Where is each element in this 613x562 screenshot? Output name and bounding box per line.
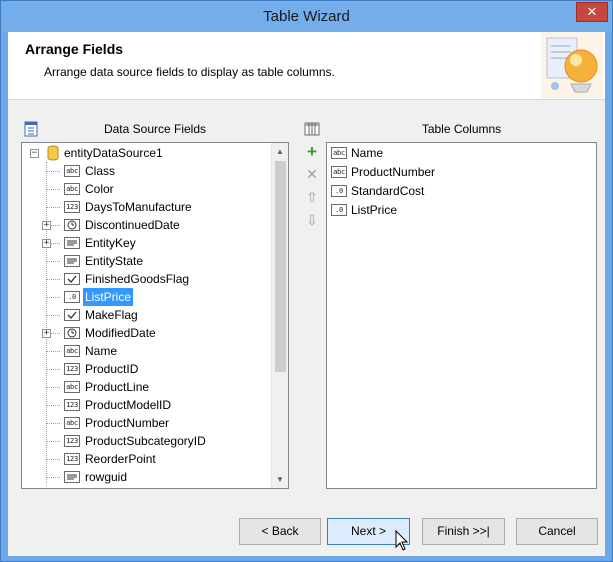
boolean-field-icon bbox=[64, 273, 80, 285]
text-field-icon: abc bbox=[331, 166, 347, 178]
tree-item-label: EntityState bbox=[85, 254, 144, 268]
tree-item-label: Name bbox=[85, 344, 118, 358]
scroll-up-icon[interactable]: ▲ bbox=[272, 143, 288, 160]
expand-expander-icon[interactable]: + bbox=[42, 329, 51, 338]
mouse-cursor-icon bbox=[395, 530, 409, 551]
tree-item-label: ProductModelID bbox=[85, 398, 172, 412]
tree-item[interactable]: FinishedGoodsFlag bbox=[22, 270, 272, 288]
tree-item[interactable]: abc ProductLine bbox=[22, 378, 272, 396]
decimal-field-icon: .0 bbox=[331, 185, 347, 197]
page-subtitle: Arrange data source fields to display as… bbox=[44, 65, 335, 79]
tree-item-label: DaysToManufacture bbox=[85, 200, 192, 214]
tree-item[interactable]: 123 ProductSubcategoryID bbox=[22, 432, 272, 450]
data-source-fields-heading: Data Source Fields bbox=[103, 122, 207, 136]
wizard-graphic-icon bbox=[541, 32, 603, 98]
expand-expander-icon[interactable]: + bbox=[42, 221, 51, 230]
wizard-header: Arrange Fields Arrange data source field… bbox=[8, 32, 605, 100]
window-title: Table Wizard bbox=[263, 8, 350, 25]
tree-item[interactable]: 123 DaysToManufacture bbox=[22, 198, 272, 216]
tree-item-label: Color bbox=[85, 182, 114, 196]
tree-item[interactable]: EntityState bbox=[22, 252, 272, 270]
database-icon bbox=[47, 145, 59, 161]
tree-item-label: EntityKey bbox=[85, 236, 136, 250]
tree-item[interactable]: abc ProductNumber bbox=[22, 414, 272, 432]
table-column-item[interactable]: abc Name bbox=[331, 144, 591, 162]
tree-item-label: Class bbox=[85, 164, 116, 178]
datetime-field-icon bbox=[64, 219, 80, 231]
text-field-icon: abc bbox=[64, 381, 80, 393]
integer-field-icon: 123 bbox=[64, 201, 80, 213]
object-field-icon bbox=[64, 471, 80, 483]
tree-item[interactable]: + EntityKey bbox=[22, 234, 272, 252]
wizard-client: Arrange Fields Arrange data source field… bbox=[8, 32, 605, 556]
data-source-fields-tree[interactable]: − entityDataSource1 abc Class abc Color 123 D… bbox=[21, 142, 289, 489]
tree-item-label: FinishedGoodsFlag bbox=[85, 272, 190, 286]
integer-field-icon: 123 bbox=[64, 363, 80, 375]
add-column-icon[interactable]: + bbox=[304, 143, 320, 160]
finish-button[interactable]: Finish >>| bbox=[422, 518, 505, 545]
table-column-label: Name bbox=[351, 146, 384, 160]
close-button[interactable]: ✕ bbox=[576, 2, 608, 22]
decimal-field-icon: .0 bbox=[331, 204, 347, 216]
table-columns-heading: Table Columns bbox=[421, 122, 502, 136]
text-field-icon: abc bbox=[64, 345, 80, 357]
tree-item[interactable]: MakeFlag bbox=[22, 306, 272, 324]
object-field-icon bbox=[64, 237, 80, 249]
table-columns-list[interactable]: abc Name abc ProductNumber .0 StandardCost .0 L… bbox=[326, 142, 597, 489]
table-column-label: ListPrice bbox=[351, 203, 398, 217]
page-title: Arrange Fields bbox=[25, 41, 124, 57]
cancel-button[interactable]: Cancel bbox=[516, 518, 598, 545]
text-field-icon: abc bbox=[64, 165, 80, 177]
tree-item-label: ProductLine bbox=[85, 380, 150, 394]
tree-item-label: ProductNumber bbox=[85, 416, 170, 430]
table-column-label: StandardCost bbox=[351, 184, 425, 198]
text-field-icon: abc bbox=[331, 147, 347, 159]
scroll-down-icon[interactable]: ▼ bbox=[272, 471, 288, 488]
tree-item[interactable]: rowguid bbox=[22, 468, 272, 486]
tree-item[interactable]: abc Name bbox=[22, 342, 272, 360]
tree-item[interactable]: 123 ProductModelID bbox=[22, 396, 272, 414]
tree-item[interactable]: 123 ReorderPoint bbox=[22, 450, 272, 468]
tree-item[interactable]: + DiscontinuedDate bbox=[22, 216, 272, 234]
scroll-thumb[interactable] bbox=[275, 161, 286, 372]
tree-scrollbar[interactable]: ▲ ▼ bbox=[271, 143, 288, 488]
tree-root-label: entityDataSource1 bbox=[64, 146, 163, 160]
table-icon bbox=[304, 122, 320, 136]
datetime-field-icon bbox=[64, 327, 80, 339]
boolean-field-icon bbox=[64, 309, 80, 321]
tree-item-label: ListPrice bbox=[83, 288, 134, 306]
back-button[interactable]: < Back bbox=[239, 518, 321, 545]
table-column-item[interactable]: abc ProductNumber bbox=[331, 163, 591, 181]
integer-field-icon: 123 bbox=[64, 435, 80, 447]
text-field-icon: abc bbox=[64, 417, 80, 429]
decimal-field-icon: .0 bbox=[64, 291, 80, 303]
tree-item[interactable]: abc Class bbox=[22, 162, 272, 180]
expand-expander-icon[interactable]: + bbox=[42, 239, 51, 248]
integer-field-icon: 123 bbox=[64, 399, 80, 411]
move-up-icon[interactable]: ⇧ bbox=[304, 189, 320, 205]
tree-item[interactable]: abc Color bbox=[22, 180, 272, 198]
remove-column-icon[interactable]: ✕ bbox=[304, 166, 320, 182]
table-column-item[interactable]: .0 ListPrice bbox=[331, 201, 591, 219]
tree-item-label: ProductID bbox=[85, 362, 139, 376]
object-field-icon bbox=[64, 255, 80, 267]
tree-item-label: MakeFlag bbox=[85, 308, 138, 322]
move-down-icon[interactable]: ⇩ bbox=[304, 212, 320, 228]
text-field-icon: abc bbox=[64, 183, 80, 195]
tree-item[interactable]: .0 ListPrice bbox=[22, 288, 272, 306]
tree-item[interactable]: 123 ProductID bbox=[22, 360, 272, 378]
tree-item[interactable]: + ModifiedDate bbox=[22, 324, 272, 342]
tree-item-label: ModifiedDate bbox=[85, 326, 156, 340]
tree-item-label: ProductSubcategoryID bbox=[85, 434, 206, 448]
tree-item-label: rowguid bbox=[85, 470, 128, 484]
integer-field-icon: 123 bbox=[64, 453, 80, 465]
tree-root-node[interactable]: − entityDataSource1 bbox=[26, 144, 266, 162]
tree-item-label: DiscontinuedDate bbox=[85, 218, 180, 232]
collapse-expander-icon[interactable]: − bbox=[30, 149, 39, 158]
table-column-label: ProductNumber bbox=[351, 165, 436, 179]
table-column-item[interactable]: .0 StandardCost bbox=[331, 182, 591, 200]
tree-item-label: ReorderPoint bbox=[85, 452, 156, 466]
table-wizard-window: Table Wizard ✕ Arrange Fields Arrange da… bbox=[0, 0, 613, 562]
title-bar[interactable]: Table Wizard ✕ bbox=[1, 1, 612, 32]
